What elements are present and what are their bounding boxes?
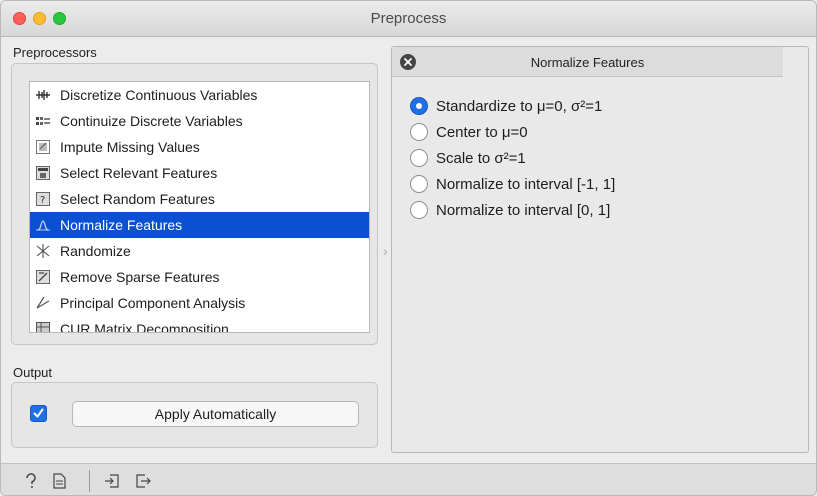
radio-label: Normalize to interval [0, 1] [436, 201, 611, 219]
status-separator [89, 470, 90, 492]
radio-button[interactable] [410, 123, 428, 141]
radio-button[interactable] [410, 97, 428, 115]
list-item[interactable]: Randomize [30, 238, 369, 264]
list-item[interactable]: Continuize Discrete Variables [30, 108, 369, 134]
apply-automatically-checkbox[interactable] [30, 405, 47, 422]
list-item[interactable]: Normalize Features [30, 212, 369, 238]
radio-label: Scale to σ²=1 [436, 149, 526, 167]
list-item[interactable]: Discretize Continuous Variables [30, 82, 369, 108]
status-bar [1, 463, 816, 495]
editor-title: Normalize Features [530, 55, 645, 70]
window-title: Preprocess [370, 10, 447, 27]
radio-scale[interactable]: Scale to σ²=1 [410, 145, 615, 171]
randomize-icon [36, 244, 50, 258]
list-item-label: Select Relevant Features [60, 165, 218, 181]
svg-text:?: ? [40, 195, 45, 206]
list-item-label: CUR Matrix Decomposition [60, 321, 229, 333]
radio-button[interactable] [410, 175, 428, 193]
radio-center[interactable]: Center to μ=0 [410, 119, 615, 145]
preprocessors-list[interactable]: Discretize Continuous Variables Continui… [29, 81, 370, 333]
continuize-icon [36, 114, 50, 128]
radio-label: Center to μ=0 [436, 123, 528, 141]
radio-label: Standardize to μ=0, σ²=1 [436, 97, 603, 115]
output-icon[interactable] [136, 473, 152, 489]
radio-normalize-0-1[interactable]: Normalize to interval [0, 1] [410, 197, 615, 223]
select-relevant-icon [36, 166, 50, 180]
pca-icon [36, 296, 50, 310]
list-item[interactable]: Impute Missing Values [30, 134, 369, 160]
list-item-label: Principal Component Analysis [60, 295, 246, 311]
list-item-label: Normalize Features [60, 217, 183, 233]
list-item[interactable]: ? Select Random Features [30, 186, 369, 212]
output-label: Output [13, 365, 53, 380]
impute-icon [36, 140, 50, 154]
normalize-icon [36, 218, 50, 232]
cur-icon [36, 322, 50, 332]
radio-button[interactable] [410, 201, 428, 219]
splitter-handle[interactable]: › [383, 243, 388, 259]
radio-standardize[interactable]: Standardize to μ=0, σ²=1 [410, 93, 615, 119]
list-item[interactable]: Select Relevant Features [30, 160, 369, 186]
help-icon[interactable] [23, 473, 39, 489]
input-icon[interactable] [104, 473, 120, 489]
select-random-icon: ? [36, 192, 50, 206]
remove-sparse-icon [36, 270, 50, 284]
preprocessors-label: Preprocessors [13, 45, 97, 60]
list-item-label: Randomize [60, 243, 131, 259]
normalization-options: Standardize to μ=0, σ²=1 Center to μ=0 S… [410, 93, 615, 223]
checkmark-icon [33, 408, 44, 418]
editor-header: Normalize Features [392, 47, 783, 77]
apply-automatically-button[interactable]: Apply Automatically [72, 401, 359, 427]
list-item[interactable]: Principal Component Analysis [30, 290, 369, 316]
discretize-icon [36, 88, 50, 102]
list-item-label: Remove Sparse Features [60, 269, 220, 285]
list-item-label: Discretize Continuous Variables [60, 87, 258, 103]
title-bar: Preprocess [1, 1, 816, 37]
radio-label: Normalize to interval [-1, 1] [436, 175, 616, 193]
radio-button[interactable] [410, 149, 428, 167]
list-item-label: Continuize Discrete Variables [60, 113, 243, 129]
list-item-label: Impute Missing Values [60, 139, 200, 155]
list-item-label: Select Random Features [60, 191, 215, 207]
list-item[interactable]: Remove Sparse Features [30, 264, 369, 290]
preprocess-window: Preprocess Preprocessors Discretize Cont… [0, 0, 817, 496]
list-item[interactable]: CUR Matrix Decomposition [30, 316, 369, 333]
radio-normalize-minus1-1[interactable]: Normalize to interval [-1, 1] [410, 171, 615, 197]
report-icon[interactable] [51, 473, 67, 489]
